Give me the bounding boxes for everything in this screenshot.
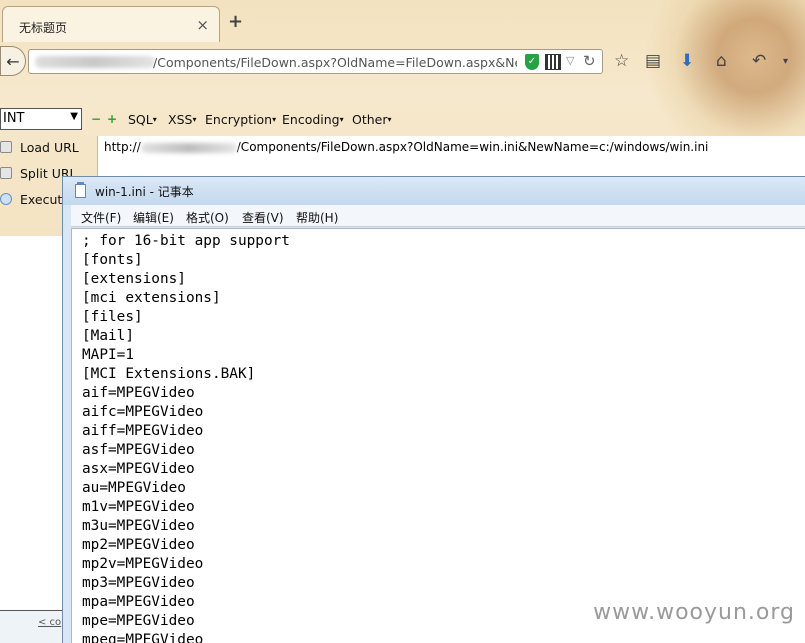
load-icon [0,141,12,153]
text-line: [MCI Extensions.BAK] [82,366,256,382]
text-line: asf=MPEGVideo [82,442,195,458]
text-line: [mci extensions] [82,290,221,306]
tab-title: 无标题页 [19,21,68,35]
text-line: mpe=MPEGVideo [82,613,195,629]
text-line: [extensions] [82,271,186,287]
menu-encryption-label: Encryption [205,112,273,127]
menu-encoding[interactable]: Encoding▾ [282,112,344,127]
tab-close-icon[interactable]: × [196,16,209,34]
hackbar-url-text: /Components/FileDown.aspx?OldName=win.in… [236,140,709,154]
menu-format[interactable]: 格式(O) [186,209,229,226]
notepad-menubar: 文件(F) 编辑(E) 格式(O) 查看(V) 帮助(H) [71,205,805,227]
menu-encoding-label: Encoding [282,112,340,127]
text-line: mpa=MPEGVideo [82,594,195,610]
execute-icon [0,193,12,205]
split-icon [0,167,12,179]
notepad-title: win-1.ini - 记事本 [95,185,194,199]
menu-xss[interactable]: XSS▾ [168,112,196,127]
text-line: [files] [82,309,143,325]
load-url-button[interactable]: Load URL [0,140,79,155]
bookmark-star-icon[interactable]: ☆ [614,51,629,71]
execute-button[interactable]: Execut [0,192,62,207]
page-content-area [0,236,62,643]
menu-file[interactable]: 文件(F) [81,209,121,226]
menu-edit[interactable]: 编辑(E) [133,209,174,226]
url-text[interactable]: /Components/FileDown.aspx?OldName=FileDo… [153,55,517,70]
menu-dropdown-icon[interactable]: ▾ [783,56,788,67]
dropdown-icon[interactable]: ▽ [566,54,574,67]
hackbar-url-prefix: http:// [104,140,141,154]
menu-sql-label: SQL [128,112,153,127]
notepad-text-area[interactable]: ; for 16-bit app support [fonts] [extens… [71,228,805,643]
home-icon[interactable]: ⌂ [716,51,727,71]
background-fragment: < co [0,610,62,643]
text-line: mp2=MPEGVideo [82,537,195,553]
text-line: asx=MPEGVideo [82,461,195,477]
reload-icon[interactable]: ↻ [583,52,596,70]
execute-label: Execut [20,192,63,207]
text-line: [fonts] [82,252,143,268]
redacted-host [35,56,155,68]
text-line: ; for 16-bit app support [82,233,290,249]
notepad-icon [75,182,86,198]
browser-tab[interactable]: 无标题页 × [2,6,220,42]
menu-sql[interactable]: SQL▾ [128,112,157,127]
shield-icon[interactable]: ✓ [525,54,539,70]
watermark: www.wooyun.org [593,600,795,625]
notepad-content: ; for 16-bit app support [fonts] [extens… [82,232,290,643]
menu-view[interactable]: 查看(V) [242,209,284,226]
int-select-value: INT [3,111,25,126]
background-fragment-text: < co [38,617,62,628]
chevron-down-icon: ▼ [70,111,78,122]
text-line: aif=MPEGVideo [82,385,195,401]
text-line: m3u=MPEGVideo [82,518,195,534]
menu-encryption[interactable]: Encryption▾ [205,112,276,127]
decrement-icon[interactable]: − [91,112,101,126]
menu-other-label: Other [352,112,388,127]
qr-code-icon[interactable] [545,54,561,70]
text-line: mp2v=MPEGVideo [82,556,204,572]
download-icon[interactable]: ⬇ [680,51,694,71]
text-line: MAPI=1 [82,347,134,363]
notepad-titlebar[interactable]: win-1.ini - 记事本 [63,177,805,205]
int-select[interactable]: INT ▼ [0,108,82,130]
undo-icon[interactable]: ↶ [752,51,766,71]
menu-other[interactable]: Other▾ [352,112,392,127]
url-bar[interactable]: /Components/FileDown.aspx?OldName=FileDo… [28,49,603,74]
text-line: mp3=MPEGVideo [82,575,195,591]
menu-help[interactable]: 帮助(H) [296,209,338,226]
text-line: mpeg=MPEGVideo [82,632,204,643]
text-line: aifc=MPEGVideo [82,404,204,420]
menu-xss-label: XSS [168,112,193,127]
text-line: m1v=MPEGVideo [82,499,195,515]
load-url-label: Load URL [20,140,79,155]
redacted-host [140,142,237,153]
text-line: au=MPEGVideo [82,480,186,496]
notepad-window: win-1.ini - 记事本 文件(F) 编辑(E) 格式(O) 查看(V) … [62,176,805,643]
text-line: aiff=MPEGVideo [82,423,204,439]
text-line: [Mail] [82,328,134,344]
new-tab-button[interactable]: + [228,13,243,31]
increment-icon[interactable]: + [107,112,117,126]
reading-list-icon[interactable]: ▤ [645,51,661,71]
